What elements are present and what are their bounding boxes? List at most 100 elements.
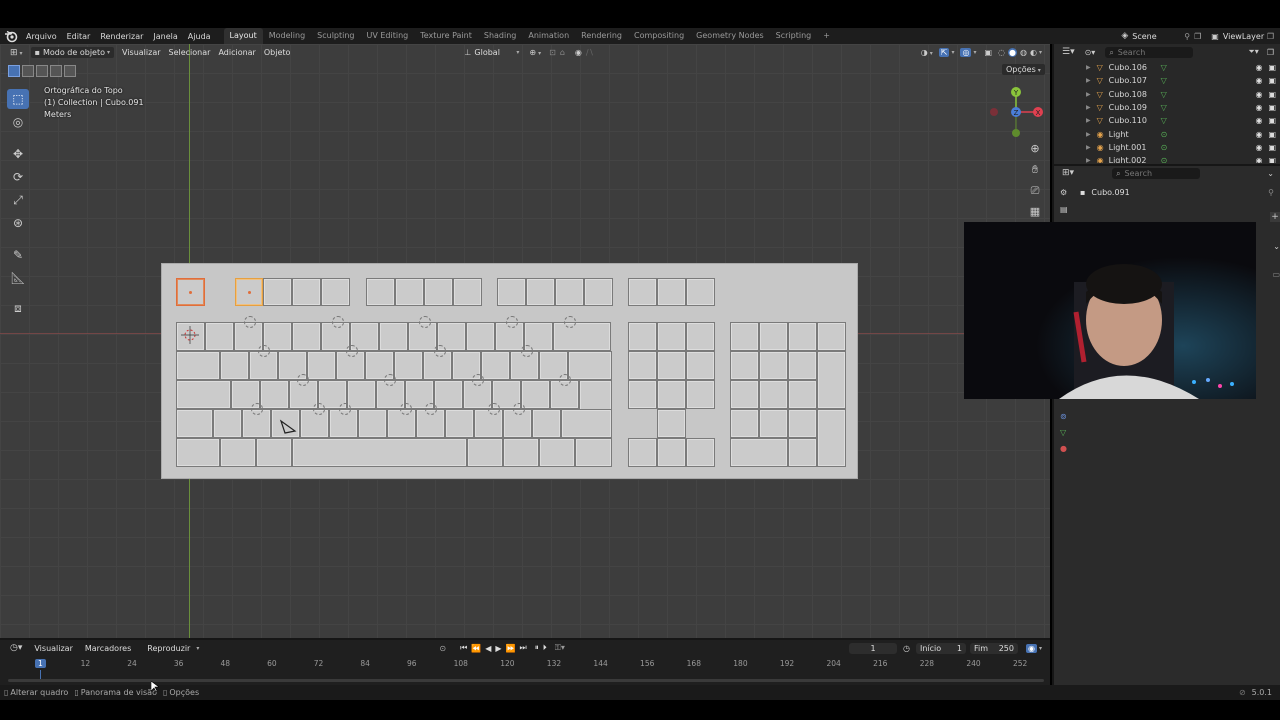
key[interactable] (176, 380, 231, 409)
key[interactable] (466, 322, 495, 351)
light-object-gizmo[interactable] (258, 345, 270, 357)
timeline-menu-reproduzir[interactable]: Reproduzir (143, 644, 194, 653)
camera-render-icon[interactable]: ▣ (1268, 103, 1276, 112)
light-object-gizmo[interactable] (313, 403, 325, 415)
light-object-gizmo[interactable] (488, 403, 500, 415)
key[interactable] (474, 409, 503, 438)
eye-icon[interactable]: ◉ (1255, 156, 1262, 163)
menu-renderizar[interactable]: Renderizar (95, 32, 148, 41)
material-shading-icon[interactable]: ◍ (1020, 48, 1027, 57)
eye-icon[interactable]: ◉ (1255, 130, 1262, 139)
light-object-gizmo[interactable] (513, 403, 525, 415)
key[interactable] (759, 380, 788, 409)
mesh-data-icon[interactable]: ▽ (1161, 76, 1167, 85)
key[interactable] (584, 278, 613, 306)
key[interactable] (628, 351, 657, 380)
key[interactable] (453, 278, 482, 306)
select-box-tool-icon[interactable]: ⬚ (7, 89, 29, 109)
key[interactable] (686, 278, 715, 306)
outliner-row[interactable]: ▶ ▽ Cubo.108 ▽ ◉ ▣ (1054, 88, 1280, 101)
key[interactable] (788, 351, 817, 380)
snap-playhead-icon[interactable]: ◉ (1026, 643, 1037, 653)
key[interactable] (561, 409, 612, 438)
key[interactable] (788, 322, 817, 351)
snap-target-icon[interactable]: ⌂ (560, 48, 565, 57)
light-object-gizmo[interactable] (425, 403, 437, 415)
light-object-gizmo[interactable] (506, 316, 518, 328)
eye-icon[interactable]: ◉ (1255, 76, 1262, 85)
rendered-shading-icon[interactable]: ◐ (1030, 48, 1037, 57)
selected-key[interactable] (176, 278, 205, 306)
options-dropdown[interactable]: Opções ▾ (1002, 64, 1045, 75)
key[interactable] (321, 278, 350, 306)
tab-modeling[interactable]: Modeling (263, 28, 311, 44)
expand-arrow-icon[interactable]: ▶ (1086, 104, 1091, 111)
key[interactable] (467, 438, 503, 467)
rotate-tool-icon[interactable]: ⟳ (7, 167, 29, 187)
key[interactable] (657, 351, 686, 380)
chevron-down-icon[interactable]: ⌄ (1273, 242, 1280, 251)
key[interactable] (445, 409, 474, 438)
light-object-gizmo[interactable] (251, 403, 263, 415)
menu-editar[interactable]: Editar (62, 32, 96, 41)
light-object-gizmo[interactable] (244, 316, 256, 328)
mode-dropdown[interactable]: ▪ Modo de objeto ▾ (30, 47, 115, 58)
new-scene-icon[interactable]: ❐ (1194, 32, 1201, 41)
select-subtract-icon[interactable] (36, 65, 48, 77)
key[interactable] (292, 438, 467, 467)
move-tool-icon[interactable]: ✥ (7, 144, 29, 164)
key[interactable] (759, 351, 788, 380)
expand-arrow-icon[interactable]: ▶ (1086, 131, 1091, 138)
pivot-icon[interactable]: ⊕ ▾ (529, 48, 541, 57)
menu-janela[interactable]: Janela (148, 32, 182, 41)
solid-shading-icon[interactable]: ● (1008, 48, 1018, 57)
navigation-gizmo[interactable]: Y X Z (990, 86, 1046, 138)
key[interactable] (532, 409, 561, 438)
jump-end-icon[interactable]: ⏭ (520, 643, 527, 653)
transform-tool-icon[interactable]: ⊛ (7, 213, 29, 233)
zoom-icon[interactable]: ⊕ (1027, 142, 1043, 160)
light-object-gizmo[interactable] (297, 374, 309, 386)
add-cube-tool-icon[interactable]: ⧈ (7, 298, 29, 318)
proportional-edit-icon[interactable]: ◉ (575, 48, 582, 57)
mesh-data-icon[interactable]: ▽ (1161, 63, 1167, 72)
key[interactable] (686, 322, 715, 351)
light-object-gizmo[interactable] (521, 345, 533, 357)
menu-ajuda[interactable]: Ajuda (183, 32, 216, 41)
camera-render-icon[interactable]: ▣ (1268, 63, 1276, 72)
key[interactable] (358, 409, 387, 438)
menu-visualizar[interactable]: Visualizar (118, 48, 165, 57)
jump-start-icon[interactable]: ⏮ (460, 643, 467, 653)
tab-texture-paint[interactable]: Texture Paint (414, 28, 478, 44)
physics-tab-icon[interactable]: ⊚ (1060, 412, 1074, 421)
key[interactable] (497, 278, 526, 306)
chevron-down-icon[interactable]: ▾ (1039, 49, 1042, 56)
camera-render-icon[interactable]: ▣ (1268, 76, 1276, 85)
display-mode-icon[interactable]: ⊙▾ (1085, 48, 1096, 57)
key[interactable] (730, 380, 759, 409)
current-frame-field[interactable]: 1 (849, 642, 898, 654)
light-data-icon[interactable]: ⊙ (1161, 143, 1168, 152)
camera-object-icon[interactable] (279, 419, 297, 435)
camera-render-icon[interactable]: ▣ (1268, 143, 1276, 152)
new-collection-icon[interactable]: ❐ (1267, 48, 1274, 57)
key[interactable] (394, 351, 423, 380)
light-object-gizmo[interactable] (434, 345, 446, 357)
falloff-icon[interactable]: ∕∖ (586, 48, 594, 57)
key[interactable] (521, 380, 550, 409)
chevron-down-icon[interactable]: ▾ (951, 49, 954, 56)
measure-tool-icon[interactable]: 📐︎ (7, 268, 29, 288)
tab-compositing[interactable]: Compositing (628, 28, 690, 44)
key[interactable] (553, 322, 611, 351)
key[interactable] (568, 351, 612, 380)
select-extend-icon[interactable] (22, 65, 34, 77)
menu-objeto[interactable]: Objeto (260, 48, 295, 57)
pin-icon[interactable]: ⚲ (1268, 188, 1274, 197)
key[interactable] (788, 380, 817, 409)
light-object-gizmo[interactable] (472, 374, 484, 386)
timeline-scrollbar[interactable] (8, 679, 1044, 682)
chevron-down-icon[interactable]: ▾ (973, 49, 976, 56)
mesh-data-icon[interactable]: ▽ (1161, 90, 1167, 99)
key[interactable] (657, 322, 686, 351)
editor-type-icon[interactable]: ⊞▾ (1062, 168, 1074, 178)
